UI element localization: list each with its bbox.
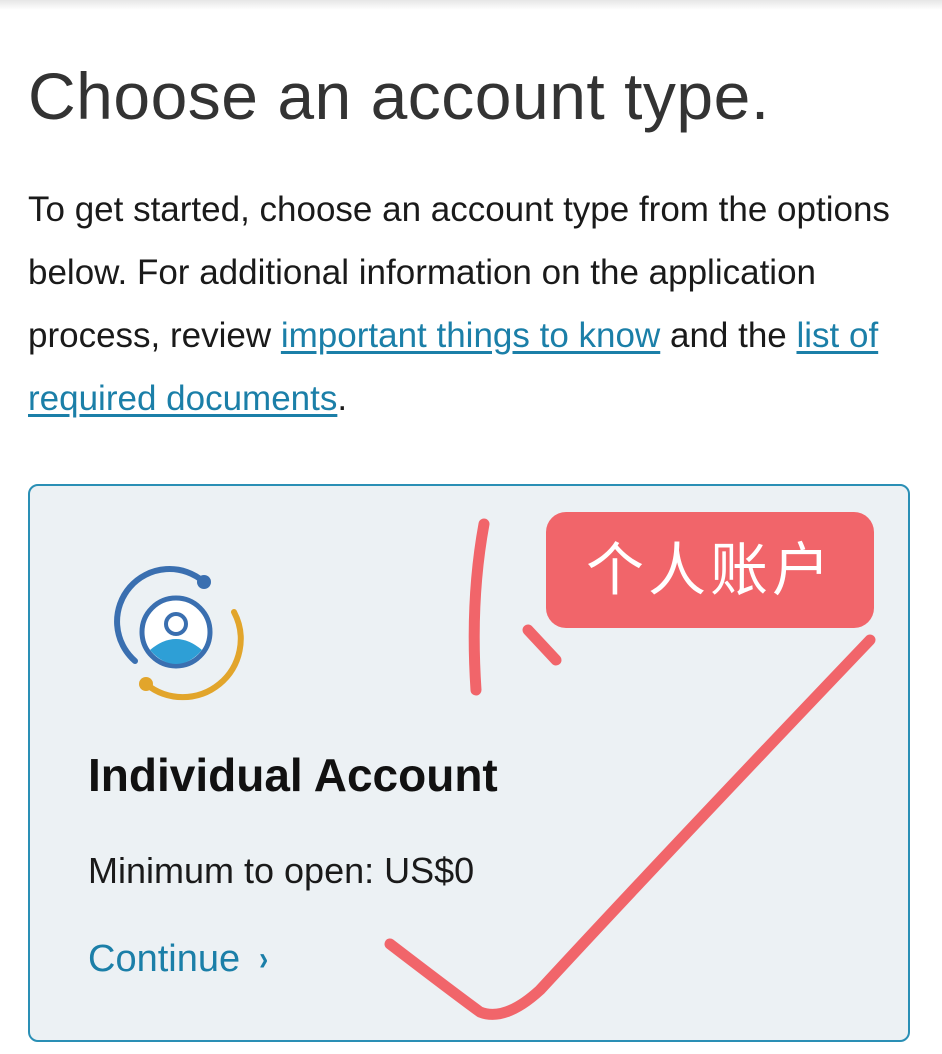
annotation-label: 个人账户: [546, 512, 874, 628]
chevron-right-icon: ›: [259, 940, 269, 978]
minimum-to-open: Minimum to open: US$0: [88, 850, 475, 891]
intro-paragraph: To get started, choose an account type f…: [28, 178, 908, 430]
important-things-link[interactable]: important things to know: [281, 316, 660, 355]
individual-person-icon: [114, 566, 244, 701]
intro-text-middle: and the: [660, 316, 797, 355]
page-title: Choose an account type.: [28, 59, 770, 133]
continue-button[interactable]: Continue ›: [88, 938, 269, 981]
card-title: Individual Account: [88, 749, 498, 801]
top-shadow: [0, 0, 942, 10]
intro-text-after: .: [337, 379, 348, 418]
continue-label: Continue: [88, 938, 241, 980]
